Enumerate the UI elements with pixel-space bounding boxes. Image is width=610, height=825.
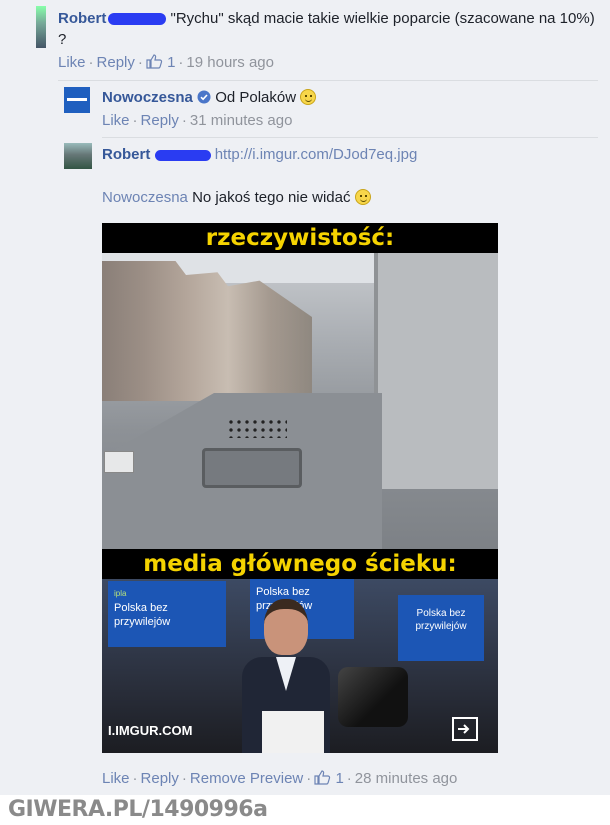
comment-actions: Like · Reply · 31 minutes ago [102, 112, 292, 129]
town-square-photo [102, 253, 498, 549]
comment-author[interactable]: Robert [102, 146, 150, 163]
campaign-sign: ipla Polska bez przywilejów [108, 581, 226, 647]
remove-preview-button[interactable]: Remove Preview [190, 770, 303, 787]
timestamp[interactable]: 31 minutes ago [190, 112, 293, 129]
smiley-emoji-icon [354, 189, 371, 205]
image-link[interactable]: http://i.imgur.com/DJod7eq.jpg [215, 146, 418, 163]
image-preview[interactable]: rzeczywistość: media głównego ścieku: ip… [102, 223, 498, 753]
sign-brand: ipla [114, 589, 127, 598]
divider [102, 137, 598, 138]
reply-button[interactable]: Reply [97, 54, 135, 71]
building-right [374, 253, 498, 489]
avatar[interactable] [64, 87, 90, 113]
like-count[interactable]: 1 [146, 54, 175, 71]
preview-bottom-caption: media głównego ścieku: [102, 549, 498, 579]
comment-body: Nowoczesna Od Polaków [102, 88, 317, 108]
separator: · [137, 54, 143, 71]
reply-button[interactable]: Reply [141, 112, 179, 129]
verified-badge-icon [197, 90, 211, 104]
thumbs-up-icon [146, 54, 163, 69]
timestamp[interactable]: 19 hours ago [186, 54, 274, 71]
speaker-head [264, 599, 308, 655]
separator: · [132, 770, 138, 787]
crowd [227, 418, 287, 438]
van [104, 451, 134, 473]
sign-text: Polska bez przywilejów [114, 602, 171, 628]
comment-body: Robert "Rychu" skąd macie takie wielkie … [58, 8, 603, 50]
avatar-logo [67, 98, 87, 101]
like-count[interactable]: 1 [314, 770, 344, 787]
redaction-mark [108, 13, 167, 26]
fountain [202, 448, 302, 488]
like-count-value: 1 [335, 770, 344, 787]
redaction-mark [154, 149, 211, 161]
divider [58, 80, 598, 81]
comment-body: Robert http://i.imgur.com/DJod7eq.jpg [102, 145, 417, 165]
avatar[interactable] [64, 143, 92, 169]
comment-author[interactable]: Robert [58, 10, 106, 27]
preview-top-caption: rzeczywistość: [102, 223, 498, 253]
mention-link[interactable]: Nowoczesna [102, 189, 188, 206]
comment-text: No jakoś tego nie widać [192, 189, 351, 206]
comment-author[interactable]: Nowoczesna [102, 89, 193, 106]
like-button[interactable]: Like [58, 54, 86, 71]
comment-thread: Robert "Rychu" skąd macie takie wielkie … [0, 0, 610, 795]
comment-actions: Like · Reply · 1 · 19 hours ago [58, 54, 274, 71]
like-button[interactable]: Like [102, 112, 130, 129]
site-watermark: GIWERA.PL/1490996a [8, 797, 268, 822]
separator: · [132, 112, 138, 129]
reply-button[interactable]: Reply [141, 770, 179, 787]
campaign-sign: Polska bez przywilejów [398, 595, 484, 661]
document-held [262, 711, 324, 753]
separator: · [88, 54, 94, 71]
press-photo: ipla Polska bez przywilejów Polska bez p… [102, 579, 498, 753]
expand-icon[interactable] [452, 717, 478, 741]
microphones [338, 667, 408, 727]
separator: · [346, 770, 352, 787]
separator: · [181, 770, 187, 787]
separator: · [181, 112, 187, 129]
comment-text-line: Nowoczesna No jakoś tego nie widać [102, 188, 371, 208]
watermark: I.IMGUR.COM [108, 723, 193, 738]
comment-actions: Like · Reply · Remove Preview · 1 · 28 minutes … [102, 770, 457, 787]
thumbs-up-icon [314, 770, 331, 785]
separator: · [178, 54, 184, 71]
separator: · [306, 770, 312, 787]
sign-text: Polska bez przywilejów [415, 608, 467, 632]
smiley-emoji-icon [300, 89, 317, 105]
avatar[interactable] [36, 6, 46, 48]
timestamp[interactable]: 28 minutes ago [355, 770, 458, 787]
comment-text: Od Polaków [215, 89, 297, 106]
like-button[interactable]: Like [102, 770, 130, 787]
